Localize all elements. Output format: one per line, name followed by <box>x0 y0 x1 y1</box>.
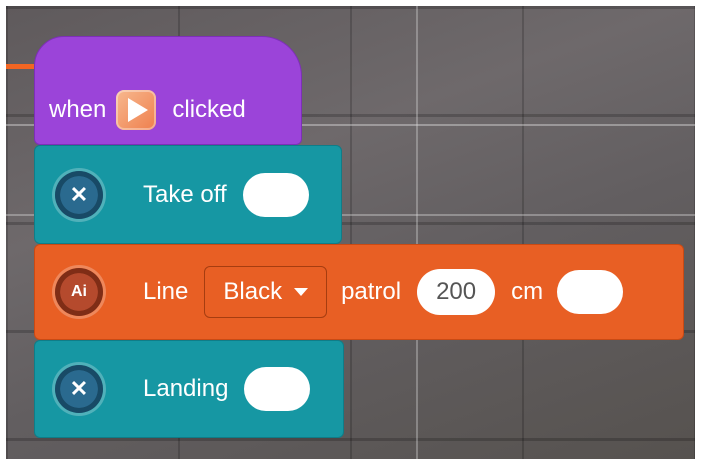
line-label: Line <box>143 278 189 305</box>
take-off-label: Take off <box>143 180 227 208</box>
color-dropdown[interactable]: Black <box>204 266 328 318</box>
distance-input[interactable]: 200 <box>417 269 496 315</box>
line-input-slot[interactable] <box>557 270 624 314</box>
play-icon <box>116 89 157 130</box>
when-clicked-hat-block[interactable]: when clicked <box>34 36 302 145</box>
line-patrol-block[interactable]: Ai Line Black patrol 200 cm <box>34 244 684 340</box>
accent-line <box>6 64 36 69</box>
landing-input-slot[interactable] <box>244 367 311 411</box>
drone-icon: ✕ <box>55 170 103 219</box>
take-off-input-slot[interactable] <box>242 172 309 217</box>
ai-icon: Ai <box>55 268 103 316</box>
workspace-canvas: when clicked ✕ Take off Ai Line Black pa… <box>6 6 695 459</box>
landing-label: Landing <box>143 375 229 402</box>
take-off-block[interactable]: ✕ Take off <box>34 145 342 244</box>
landing-block[interactable]: ✕ Landing <box>34 340 344 438</box>
hat-suffix: clicked <box>172 95 246 123</box>
chevron-down-icon <box>294 288 309 296</box>
hat-prefix: when <box>49 95 107 123</box>
drone-icon: ✕ <box>55 365 103 413</box>
patrol-label: patrol <box>341 278 402 305</box>
color-dropdown-value: Black <box>223 278 283 305</box>
unit-label: cm <box>511 278 544 305</box>
